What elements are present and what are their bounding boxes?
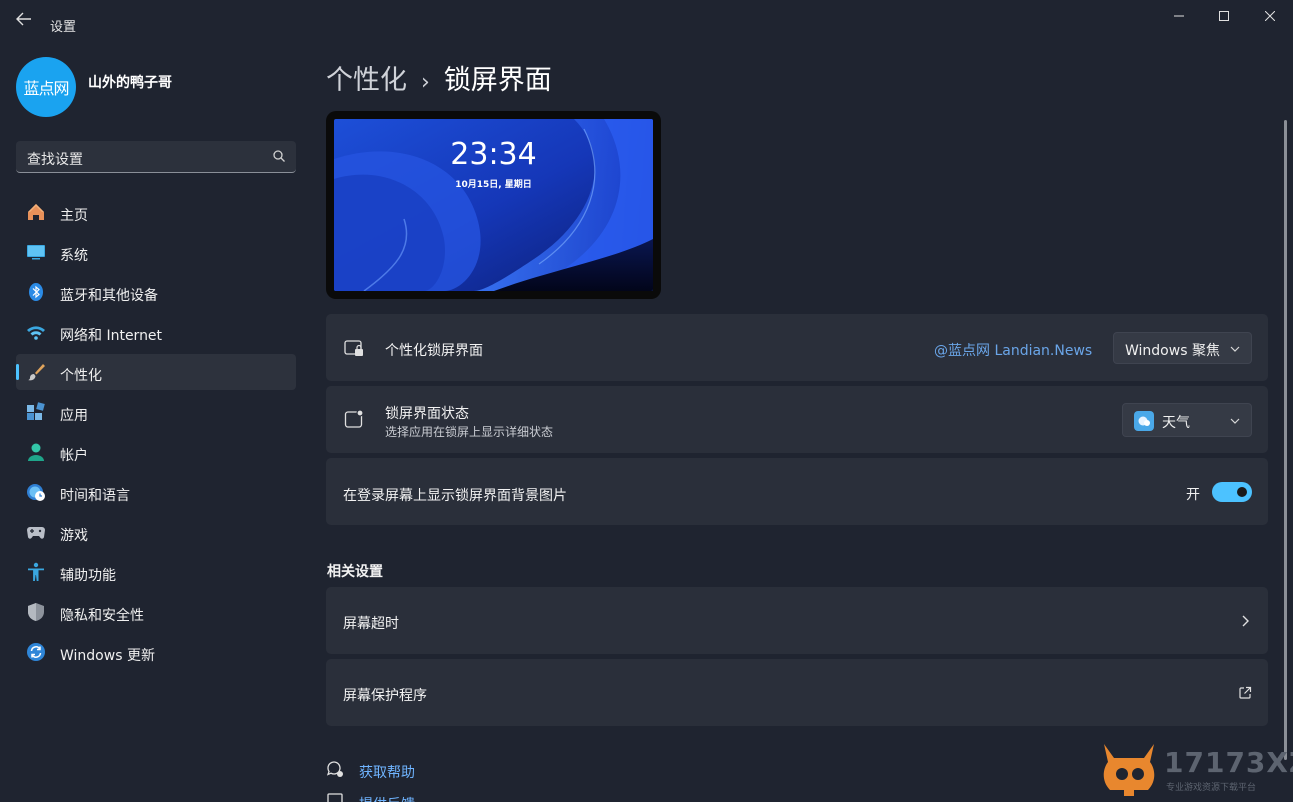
sidebar-item-bluetooth[interactable]: 蓝牙和其他设备 xyxy=(16,274,296,310)
search-box[interactable]: 查找设置 xyxy=(16,141,296,173)
site-watermark-logo: 17173XZ 专业游戏资源下载平台 xyxy=(1098,740,1293,800)
toggle-state-label: 开 xyxy=(1186,487,1200,503)
screen-saver-label: 屏幕保护程序 xyxy=(343,688,427,704)
get-help-label: 获取帮助 xyxy=(359,765,415,781)
help-icon xyxy=(326,761,343,777)
sidebar-item-accounts[interactable]: 帐户 xyxy=(16,434,296,470)
feedback-icon xyxy=(327,793,343,802)
bluetooth-icon xyxy=(29,283,43,301)
sidebar-item-label: Windows 更新 xyxy=(60,648,155,664)
search-icon xyxy=(273,150,285,162)
sidebar-item-accessibility[interactable]: 辅助功能 xyxy=(16,554,296,590)
chevron-down-icon xyxy=(1230,418,1240,424)
minimize-icon xyxy=(1174,15,1184,17)
scrollbar[interactable] xyxy=(1284,120,1287,760)
brush-icon xyxy=(28,364,45,381)
toggle-knob xyxy=(1237,487,1247,497)
signin-background-toggle[interactable] xyxy=(1212,482,1252,502)
breadcrumb: 个性化 › 锁屏界面 xyxy=(326,58,552,97)
sidebar-item-label: 个性化 xyxy=(60,368,102,384)
watermark-text: @蓝点网 Landian.News xyxy=(934,343,1093,359)
title-bar: 设置 xyxy=(0,0,1293,36)
sidebar-item-system[interactable]: 系统 xyxy=(16,234,296,270)
chevron-down-icon xyxy=(1230,346,1240,352)
sidebar-item-label: 网络和 Internet xyxy=(60,328,163,344)
arrow-left-icon xyxy=(16,12,31,26)
personalize-lock-screen-card: 个性化锁屏界面 @蓝点网 Landian.News Windows 聚焦 xyxy=(326,314,1268,381)
sidebar-item-label: 时间和语言 xyxy=(60,488,130,504)
sidebar-item-label: 隐私和安全性 xyxy=(60,608,144,624)
mascot-logo-icon xyxy=(1103,744,1155,796)
maximize-icon xyxy=(1219,11,1229,21)
related-settings-heading: 相关设置 xyxy=(327,564,383,580)
status-icon xyxy=(344,409,364,428)
breadcrumb-parent[interactable]: 个性化 xyxy=(326,65,407,96)
sidebar-item-label: 游戏 xyxy=(60,528,88,544)
active-indicator xyxy=(16,364,19,380)
avatar: 蓝点网 xyxy=(16,57,76,117)
sidebar-item-windows-update[interactable]: Windows 更新 xyxy=(16,634,296,670)
system-icon xyxy=(27,245,45,260)
sidebar-nav: 主页 系统 蓝牙和其他设备 网络和 Internet 个性化 应用 帐户 时间和… xyxy=(16,194,296,674)
globe-clock-icon xyxy=(27,484,45,501)
accessibility-icon xyxy=(28,562,44,581)
sidebar-item-time-language[interactable]: 时间和语言 xyxy=(16,474,296,510)
personalize-lock-screen-title: 个性化锁屏界面 xyxy=(385,343,483,359)
lock-screen-background-dropdown[interactable]: Windows 聚焦 xyxy=(1113,332,1252,364)
lock-screen-status-title: 锁屏界面状态 xyxy=(385,406,469,422)
sidebar-item-label: 辅助功能 xyxy=(60,568,116,584)
logo-subtitle: 专业游戏资源下载平台 xyxy=(1166,783,1257,793)
shield-icon xyxy=(28,603,44,621)
lock-screen-preview: 23:34 10月15日, 星期日 xyxy=(326,111,661,299)
preview-wallpaper: 23:34 10月15日, 星期日 xyxy=(334,119,653,291)
sidebar-item-gaming[interactable]: 游戏 xyxy=(16,514,296,550)
feedback-label: 提供反馈 xyxy=(359,794,415,802)
screen-timeout-link[interactable]: 屏幕超时 xyxy=(326,587,1268,654)
weather-icon xyxy=(1134,411,1154,431)
sidebar-item-label: 主页 xyxy=(60,208,88,224)
preview-time: 23:34 xyxy=(450,137,537,172)
dropdown-value: Windows 聚焦 xyxy=(1125,343,1220,359)
wifi-icon xyxy=(27,326,45,340)
logo-text: 17173XZ xyxy=(1164,746,1293,779)
close-icon xyxy=(1265,11,1275,21)
lock-screen-status-dropdown[interactable]: 天气 xyxy=(1122,403,1252,437)
close-button[interactable] xyxy=(1247,0,1293,32)
minimize-button[interactable] xyxy=(1156,0,1202,32)
lock-screen-icon xyxy=(344,340,363,356)
sidebar-item-label: 系统 xyxy=(60,248,88,264)
breadcrumb-separator: › xyxy=(421,70,430,95)
page-title: 锁屏界面 xyxy=(443,65,552,96)
lock-screen-status-card: 锁屏界面状态 选择应用在锁屏上显示详细状态 天气 xyxy=(326,386,1268,453)
sidebar-item-personalization[interactable]: 个性化 xyxy=(16,354,296,390)
external-link-icon xyxy=(1239,686,1252,699)
update-icon xyxy=(27,643,45,661)
chevron-right-icon xyxy=(1242,615,1249,627)
app-title: 设置 xyxy=(50,20,77,35)
maximize-button[interactable] xyxy=(1201,0,1247,32)
sidebar-item-privacy[interactable]: 隐私和安全性 xyxy=(16,594,296,630)
lock-screen-status-subtitle: 选择应用在锁屏上显示详细状态 xyxy=(385,425,554,439)
sidebar-item-network[interactable]: 网络和 Internet xyxy=(16,314,296,350)
avatar-text: 蓝点网 xyxy=(23,79,69,98)
screen-timeout-label: 屏幕超时 xyxy=(343,616,399,632)
back-button[interactable] xyxy=(10,8,38,30)
account-icon xyxy=(28,443,44,461)
dropdown-value: 天气 xyxy=(1162,415,1190,431)
signin-background-card: 在登录屏幕上显示锁屏界面背景图片 开 xyxy=(326,458,1268,525)
home-icon xyxy=(28,204,44,220)
apps-icon xyxy=(27,402,45,420)
search-input[interactable]: 查找设置 xyxy=(27,149,83,169)
gamepad-icon xyxy=(27,527,45,539)
screen-saver-link[interactable]: 屏幕保护程序 xyxy=(326,659,1268,726)
preview-date: 10月15日, 星期日 xyxy=(455,180,532,190)
user-name: 山外的鸭子哥 xyxy=(88,75,172,91)
sidebar-item-label: 帐户 xyxy=(60,448,88,464)
sidebar-item-home[interactable]: 主页 xyxy=(16,194,296,230)
sidebar-item-apps[interactable]: 应用 xyxy=(16,394,296,430)
sidebar-item-label: 蓝牙和其他设备 xyxy=(60,288,158,304)
signin-background-title: 在登录屏幕上显示锁屏界面背景图片 xyxy=(343,488,567,504)
sidebar-item-label: 应用 xyxy=(60,408,88,424)
